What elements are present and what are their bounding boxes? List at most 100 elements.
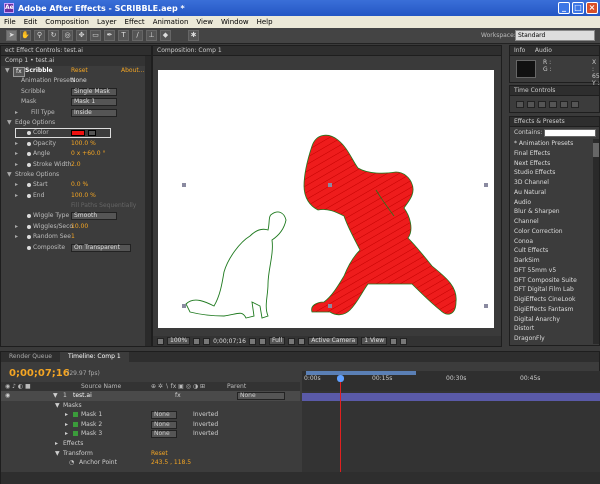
timeline-graph[interactable]: 0:00s 00:15s 00:30s 00:45s bbox=[302, 371, 600, 472]
list-item[interactable]: DFT 55mm v5 bbox=[510, 266, 594, 276]
opacity-value[interactable]: 100.0 % bbox=[71, 139, 96, 149]
eyedropper-icon[interactable] bbox=[88, 130, 96, 137]
menu-window[interactable]: Window bbox=[217, 18, 253, 26]
mask-select[interactable]: Mask 1 bbox=[71, 98, 117, 107]
expand-arrow-icon[interactable]: ▼ bbox=[7, 170, 12, 180]
expand-arrow-icon[interactable]: ▼ bbox=[53, 391, 58, 401]
composition-canvas[interactable] bbox=[158, 70, 494, 328]
list-item[interactable]: DFT Digital Film Lab bbox=[510, 285, 594, 295]
brush-tool-icon[interactable]: ∕ bbox=[132, 30, 143, 41]
animation-presets-select[interactable]: None bbox=[71, 76, 87, 86]
composition-viewer[interactable] bbox=[153, 56, 501, 336]
stopwatch-icon[interactable] bbox=[27, 162, 31, 167]
snapshot-icon[interactable] bbox=[248, 337, 256, 345]
layer-handle-icon[interactable] bbox=[484, 304, 488, 308]
expand-arrow-icon[interactable]: ▸ bbox=[15, 232, 18, 242]
anchor-point-value[interactable]: 243.5 , 118.5 bbox=[151, 458, 191, 468]
mask-mode-select[interactable]: None bbox=[151, 411, 177, 420]
mask-name[interactable]: Mask 2 bbox=[81, 420, 102, 430]
cti-handle-icon[interactable] bbox=[337, 375, 344, 382]
expand-arrow-icon[interactable]: ▼ bbox=[5, 66, 10, 76]
layer-handle-icon[interactable] bbox=[484, 183, 488, 187]
stopwatch-icon[interactable] bbox=[27, 183, 31, 188]
layer-handle-icon[interactable] bbox=[328, 304, 332, 308]
resolution-select[interactable]: Full bbox=[268, 337, 286, 345]
layer-duration-bar[interactable] bbox=[302, 393, 600, 401]
composition-tab[interactable]: Composition: Comp 1 bbox=[153, 46, 501, 56]
work-area-bar[interactable] bbox=[306, 371, 416, 375]
camera-snapshot-icon[interactable] bbox=[203, 337, 211, 345]
reset-link[interactable]: Reset bbox=[71, 66, 88, 76]
wiggle-type-select[interactable]: Smooth bbox=[71, 212, 117, 221]
expand-arrow-icon[interactable]: ▸ bbox=[15, 160, 18, 170]
layer-name[interactable]: test.ai bbox=[73, 391, 92, 401]
puppet-tool-icon[interactable]: ✱ bbox=[188, 30, 199, 41]
expand-arrow-icon[interactable]: ▸ bbox=[15, 149, 18, 159]
pan-behind-tool-icon[interactable]: ✥ bbox=[76, 30, 87, 41]
list-item[interactable]: Blur & Sharpen bbox=[510, 207, 594, 217]
channel-icon[interactable] bbox=[258, 337, 266, 345]
layer-handle-icon[interactable] bbox=[182, 183, 186, 187]
stopwatch-icon[interactable] bbox=[27, 141, 31, 146]
time-ruler[interactable]: 0:00s 00:15s 00:30s 00:45s bbox=[302, 371, 600, 391]
mask-color-icon[interactable] bbox=[73, 431, 78, 437]
stopwatch-icon[interactable]: ▸ bbox=[15, 108, 18, 118]
list-item[interactable]: Au Natural bbox=[510, 188, 594, 198]
hand-tool-icon[interactable]: ✋ bbox=[20, 30, 31, 41]
list-item[interactable]: Color Correction bbox=[510, 227, 594, 237]
color-swatch[interactable] bbox=[71, 130, 85, 137]
effects-presets-tab[interactable]: Effects & Presets bbox=[510, 117, 599, 127]
layer-handle-icon[interactable] bbox=[328, 183, 332, 187]
pen-tool-icon[interactable]: ✒ bbox=[104, 30, 115, 41]
fill-type-select[interactable]: Inside bbox=[71, 108, 117, 117]
zoom-select[interactable]: 100% bbox=[167, 337, 191, 345]
list-item[interactable]: Studio Effects bbox=[510, 168, 594, 178]
mask-mode-select[interactable]: None bbox=[151, 430, 177, 439]
prev-frame-icon[interactable] bbox=[527, 101, 535, 108]
expand-arrow-icon[interactable]: ▸ bbox=[15, 180, 18, 190]
list-item[interactable]: Cult Effects bbox=[510, 246, 594, 256]
stopwatch-icon[interactable] bbox=[27, 214, 31, 219]
list-item[interactable]: 3D Channel bbox=[510, 178, 594, 188]
eraser-tool-icon[interactable]: ◆ bbox=[160, 30, 171, 41]
maximize-button[interactable]: □ bbox=[572, 2, 584, 14]
menu-composition[interactable]: Composition bbox=[41, 18, 93, 26]
workspace-select[interactable]: Standard bbox=[515, 30, 595, 41]
play-icon[interactable] bbox=[538, 101, 546, 108]
selection-tool-icon[interactable]: ➤ bbox=[6, 30, 17, 41]
expand-arrow-icon[interactable]: ▸ bbox=[15, 222, 18, 232]
expand-arrow-icon[interactable]: ▸ bbox=[65, 410, 68, 420]
time-controls-tab[interactable]: Time Controls bbox=[510, 86, 599, 96]
ec-scrollbar[interactable] bbox=[145, 56, 151, 346]
list-item[interactable]: Distort bbox=[510, 324, 594, 334]
next-frame-icon[interactable] bbox=[549, 101, 557, 108]
current-time-indicator[interactable] bbox=[340, 375, 341, 472]
last-frame-icon[interactable] bbox=[560, 101, 568, 108]
stopwatch-icon[interactable] bbox=[27, 193, 31, 198]
composite-select[interactable]: On Transparent bbox=[71, 243, 131, 252]
random-seed-value[interactable]: 1 bbox=[71, 232, 75, 242]
source-name-header[interactable]: Source Name bbox=[81, 382, 121, 391]
info-tab[interactable]: Info Audio bbox=[510, 46, 599, 56]
list-item[interactable]: * Animation Presets bbox=[510, 139, 594, 149]
camera-tool-icon[interactable]: ◎ bbox=[62, 30, 73, 41]
stroke-width-value[interactable]: 2.0 bbox=[71, 160, 81, 170]
always-preview-icon[interactable] bbox=[157, 337, 164, 345]
list-item[interactable]: Digital Anarchy bbox=[510, 315, 594, 325]
parent-select[interactable]: None bbox=[237, 392, 285, 400]
start-value[interactable]: 0.0 % bbox=[71, 180, 88, 190]
list-item[interactable]: DigiEffects Fantasm bbox=[510, 305, 594, 315]
list-item[interactable]: Channel bbox=[510, 217, 594, 227]
end-value[interactable]: 100.0 % bbox=[71, 191, 96, 201]
mask-color-icon[interactable] bbox=[73, 412, 78, 418]
expand-arrow-icon[interactable]: ▸ bbox=[15, 139, 18, 149]
comp-timecode[interactable]: 0;00;07;16 bbox=[213, 338, 246, 345]
fast-preview-icon[interactable] bbox=[400, 337, 408, 345]
expand-arrow-icon[interactable]: ▼ bbox=[55, 401, 60, 411]
list-item[interactable]: Final Effects bbox=[510, 149, 594, 159]
camera-select[interactable]: Active Camera bbox=[308, 337, 359, 345]
stopwatch-icon[interactable] bbox=[27, 152, 31, 157]
clone-stamp-tool-icon[interactable]: ⊥ bbox=[146, 30, 157, 41]
stopwatch-icon[interactable] bbox=[27, 224, 31, 229]
stopwatch-icon[interactable] bbox=[27, 235, 31, 240]
